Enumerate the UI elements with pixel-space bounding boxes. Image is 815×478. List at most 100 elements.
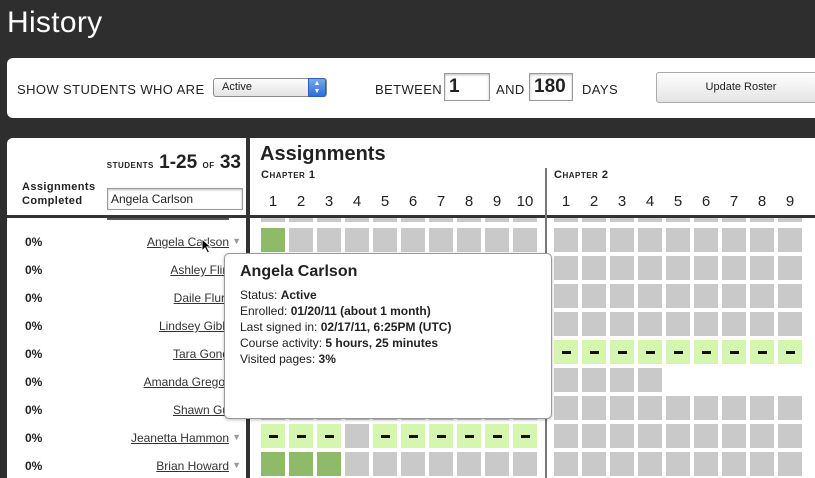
assignment-cell[interactable]: [638, 284, 662, 308]
assignment-cell[interactable]: [345, 452, 369, 476]
assignment-cell[interactable]: [666, 452, 690, 476]
assignment-cell-pending[interactable]: [317, 424, 341, 448]
assignment-cell[interactable]: [485, 452, 509, 476]
student-name-link[interactable]: Angela Carlson: [147, 235, 229, 249]
assignment-cell[interactable]: [289, 228, 313, 252]
from-days-input[interactable]: 1: [444, 73, 490, 101]
assignment-cell-pending[interactable]: [582, 340, 606, 364]
assignment-cell[interactable]: [610, 452, 634, 476]
update-roster-button[interactable]: Update Roster: [656, 72, 815, 103]
student-search-input[interactable]: Angela Carlson: [107, 188, 243, 210]
assignment-cell[interactable]: [722, 312, 746, 336]
assignment-cell-pending[interactable]: [694, 340, 718, 364]
assignment-cell[interactable]: [554, 312, 578, 336]
assignment-cell-pending[interactable]: [554, 340, 578, 364]
assignment-cell[interactable]: [554, 424, 578, 448]
assignment-cell[interactable]: [610, 256, 634, 280]
assignment-cell[interactable]: [694, 228, 718, 252]
assignment-cell[interactable]: [666, 396, 690, 420]
assignment-cell[interactable]: [582, 256, 606, 280]
assignment-cell[interactable]: [694, 396, 718, 420]
assignment-cell-pending[interactable]: [457, 424, 481, 448]
assignment-cell[interactable]: [582, 424, 606, 448]
row-menu-triangle-icon[interactable]: ▼: [232, 432, 241, 442]
assignment-cell[interactable]: [638, 256, 662, 280]
assignment-cell-complete[interactable]: [261, 228, 285, 252]
assignment-cell[interactable]: [638, 368, 662, 392]
assignment-cell[interactable]: [554, 368, 578, 392]
assignment-cell-pending[interactable]: [666, 340, 690, 364]
assignment-cell-pending[interactable]: [750, 340, 774, 364]
assignment-cell[interactable]: [582, 368, 606, 392]
assignment-cell-pending[interactable]: [778, 340, 802, 364]
assignment-cell[interactable]: [750, 256, 774, 280]
assignment-cell[interactable]: [582, 284, 606, 308]
assignment-cell[interactable]: [638, 424, 662, 448]
assignment-cell[interactable]: [778, 424, 802, 448]
assignment-cell[interactable]: [638, 396, 662, 420]
assignment-cell[interactable]: [750, 228, 774, 252]
assignment-cell[interactable]: [666, 228, 690, 252]
assignment-cell[interactable]: [722, 396, 746, 420]
assignment-cell[interactable]: [722, 424, 746, 448]
assignment-cell[interactable]: [722, 284, 746, 308]
assignment-cell[interactable]: [554, 228, 578, 252]
assignment-cell-pending[interactable]: [261, 424, 285, 448]
assignment-cell[interactable]: [638, 228, 662, 252]
status-select[interactable]: Active ▲ ▼: [213, 78, 327, 97]
assignment-cell-pending[interactable]: [401, 424, 425, 448]
assignment-cell[interactable]: [778, 452, 802, 476]
assignment-cell-complete[interactable]: [289, 452, 313, 476]
assignment-cell[interactable]: [610, 368, 634, 392]
assignment-cell[interactable]: [778, 228, 802, 252]
assignment-cell[interactable]: [429, 452, 453, 476]
assignment-cell[interactable]: [694, 284, 718, 308]
assignment-cell[interactable]: [554, 284, 578, 308]
student-name-link[interactable]: Tara Gong: [173, 347, 229, 361]
assignment-cell[interactable]: [750, 284, 774, 308]
assignment-cell[interactable]: [666, 312, 690, 336]
to-days-input[interactable]: 180: [529, 73, 573, 101]
assignment-cell-pending[interactable]: [289, 424, 313, 448]
assignment-cell-pending[interactable]: [610, 340, 634, 364]
assignment-cell[interactable]: [778, 396, 802, 420]
student-name-link[interactable]: Ashley Flin: [170, 263, 229, 277]
assignment-cell[interactable]: [345, 228, 369, 252]
assignment-cell[interactable]: [582, 452, 606, 476]
assignment-cell[interactable]: [750, 312, 774, 336]
assignment-cell[interactable]: [610, 424, 634, 448]
assignment-cell[interactable]: [750, 424, 774, 448]
assignment-cell[interactable]: [750, 452, 774, 476]
student-name-link[interactable]: Jeanetta Hammon: [131, 431, 229, 445]
student-name-link[interactable]: Brian Howard: [156, 459, 229, 473]
assignment-cell[interactable]: [722, 452, 746, 476]
assignment-cell[interactable]: [457, 228, 481, 252]
assignment-cell[interactable]: [554, 256, 578, 280]
assignment-cell[interactable]: [750, 396, 774, 420]
assignment-cell-pending[interactable]: [373, 424, 397, 448]
assignment-cell[interactable]: [582, 312, 606, 336]
assignment-cell[interactable]: [554, 452, 578, 476]
assignment-cell[interactable]: [317, 228, 341, 252]
assignment-cell[interactable]: [513, 452, 537, 476]
assignment-cell[interactable]: [345, 424, 369, 448]
assignment-cell[interactable]: [778, 312, 802, 336]
assignment-cell[interactable]: [694, 256, 718, 280]
assignment-cell[interactable]: [401, 228, 425, 252]
student-name-link[interactable]: Amanda Gregor: [144, 375, 229, 389]
assignment-cell[interactable]: [638, 312, 662, 336]
student-name-link[interactable]: Daile Flurr: [174, 291, 229, 305]
row-menu-triangle-icon[interactable]: ▼: [232, 460, 241, 470]
student-name-link[interactable]: Shawn Gu: [173, 403, 229, 417]
assignment-cell[interactable]: [694, 452, 718, 476]
row-menu-triangle-icon[interactable]: ▼: [232, 236, 241, 246]
assignment-cell[interactable]: [610, 228, 634, 252]
assignment-cell-pending[interactable]: [429, 424, 453, 448]
assignment-cell-pending[interactable]: [513, 424, 537, 448]
assignment-cell-pending[interactable]: [722, 340, 746, 364]
assignment-cell-pending[interactable]: [485, 424, 509, 448]
assignment-cell[interactable]: [722, 228, 746, 252]
assignment-cell[interactable]: [582, 228, 606, 252]
assignment-cell[interactable]: [666, 284, 690, 308]
assignment-cell[interactable]: [554, 396, 578, 420]
